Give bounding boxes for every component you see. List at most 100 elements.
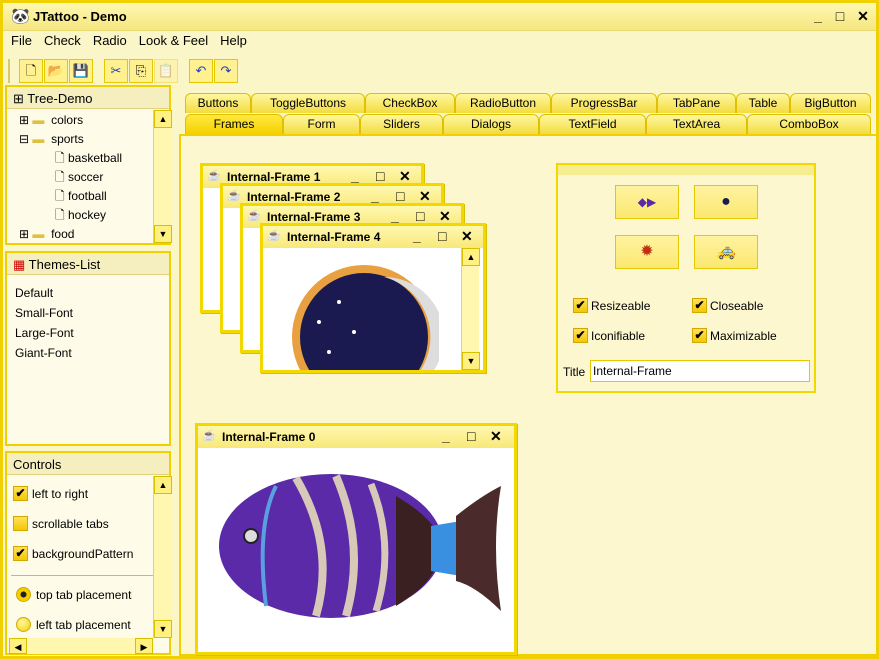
- internal-frame-4[interactable]: ☕ Internal-Frame 4 _ □ ✕ ▲ ▼: [260, 223, 486, 373]
- tab-sliders[interactable]: Sliders: [360, 114, 443, 134]
- tree-leaf-football[interactable]: 🗋 football: [19, 187, 122, 206]
- checkbox-iconifiable[interactable]: ✔: [573, 328, 588, 343]
- close-button[interactable]: ✕: [461, 228, 473, 245]
- maximize-button[interactable]: □: [831, 7, 849, 25]
- controls-hscrollbar[interactable]: ◀ ▶: [9, 638, 153, 654]
- redo-icon[interactable]: ↷: [214, 59, 238, 83]
- scroll-left-button[interactable]: ◀: [9, 638, 27, 654]
- tab-form[interactable]: Form: [283, 114, 360, 134]
- checkbox-label: Maximizable: [710, 329, 777, 343]
- minimize-button[interactable]: _: [371, 188, 379, 204]
- scroll-right-button[interactable]: ▶: [135, 638, 153, 654]
- tab-bigbutton[interactable]: BigButton: [790, 93, 871, 113]
- themes-panel: ▦ Themes-List Default Small-Font Large-F…: [5, 251, 171, 446]
- menu-radio[interactable]: Radio: [93, 33, 127, 48]
- checkbox-resizeable[interactable]: ✔: [573, 298, 588, 313]
- theme-item[interactable]: Large-Font: [15, 323, 74, 343]
- tab-dialogs[interactable]: Dialogs: [443, 114, 539, 134]
- open-icon[interactable]: 📂: [44, 59, 68, 83]
- copy-icon[interactable]: ⎘: [129, 59, 153, 83]
- menu-look-and-feel[interactable]: Look & Feel: [139, 33, 208, 48]
- tree-node-colors[interactable]: ⊞ ▬ colors: [19, 111, 122, 130]
- checkbox-closeable[interactable]: ✔: [692, 298, 707, 313]
- minimize-button[interactable]: _: [351, 168, 359, 184]
- tab-checkbox[interactable]: CheckBox: [365, 93, 455, 113]
- tree-icon: ⊞: [13, 91, 28, 106]
- tree-node-sports[interactable]: ⊟ ▬ sports: [19, 130, 122, 149]
- minimize-button[interactable]: _: [809, 7, 827, 25]
- checkbox-label: backgroundPattern: [32, 547, 134, 561]
- checkbox-label: left to right: [32, 487, 89, 501]
- maximize-button[interactable]: □: [376, 168, 384, 184]
- tab-textfield[interactable]: TextField: [539, 114, 646, 134]
- title-input[interactable]: [590, 360, 810, 382]
- maximize-button[interactable]: □: [438, 228, 446, 244]
- sun-button[interactable]: ✹: [615, 235, 679, 269]
- scroll-down-button[interactable]: ▼: [462, 352, 480, 370]
- radio-label: top tab placement: [36, 588, 132, 602]
- scroll-down-button[interactable]: ▼: [154, 620, 172, 638]
- internal-frame-0[interactable]: ☕ Internal-Frame 0 _ □ ✕: [195, 423, 517, 655]
- new-icon[interactable]: 🗋: [19, 59, 43, 83]
- tab-textarea[interactable]: TextArea: [646, 114, 747, 134]
- tab-table[interactable]: Table: [736, 93, 790, 113]
- fish-button[interactable]: ◆▶: [615, 185, 679, 219]
- scroll-up-button[interactable]: ▲: [154, 476, 172, 494]
- tab-togglebuttons[interactable]: ToggleButtons: [251, 93, 365, 113]
- controls-vscrollbar[interactable]: ▲ ▼: [153, 476, 172, 638]
- checkbox-background-pattern[interactable]: ✔: [13, 546, 28, 561]
- menu-file[interactable]: File: [11, 33, 32, 48]
- theme-item[interactable]: Default: [15, 283, 74, 303]
- frame-title: Internal-Frame 1: [227, 170, 321, 184]
- cut-icon[interactable]: ✂: [104, 59, 128, 83]
- minimize-button[interactable]: _: [413, 228, 421, 244]
- scroll-up-button[interactable]: ▲: [154, 110, 172, 128]
- title-label: Title: [563, 365, 586, 379]
- frame-title: Internal-Frame 2: [247, 190, 341, 204]
- tab-buttons[interactable]: Buttons: [185, 93, 251, 113]
- tab-tabpane[interactable]: TabPane: [657, 93, 736, 113]
- tree-leaf-basketball[interactable]: 🗋 basketball: [19, 149, 122, 168]
- tab-combobox[interactable]: ComboBox: [747, 114, 871, 134]
- tree-leaf-soccer[interactable]: 🗋 soccer: [19, 168, 122, 187]
- window-title: JTattoo - Demo: [33, 9, 127, 24]
- theme-item[interactable]: Giant-Font: [15, 343, 74, 363]
- undo-icon[interactable]: ↶: [189, 59, 213, 83]
- tree-node-food[interactable]: ⊞ ▬ food: [19, 225, 122, 244]
- frame-scrollbar[interactable]: ▲ ▼: [461, 248, 480, 370]
- checkbox-left-to-right[interactable]: ✔: [13, 486, 28, 501]
- controls-header: Controls: [7, 453, 169, 475]
- minimize-button[interactable]: _: [442, 428, 450, 444]
- tab-progressbar[interactable]: ProgressBar: [551, 93, 657, 113]
- maximize-button[interactable]: □: [467, 428, 475, 444]
- frame-title-bar[interactable]: ☕ Internal-Frame 4: [263, 226, 483, 248]
- maximize-button[interactable]: □: [396, 188, 404, 204]
- title-bar[interactable]: 🐼 JTattoo - Demo _ □ ✕: [3, 3, 876, 31]
- close-button[interactable]: ✕: [490, 428, 502, 445]
- checkbox-scrollable-tabs[interactable]: [13, 516, 28, 531]
- radio-left-tab-placement[interactable]: [16, 617, 31, 632]
- toolbar-grip[interactable]: [8, 59, 14, 83]
- checkbox-label: Closeable: [710, 299, 764, 313]
- separator: [11, 575, 153, 576]
- tree-scrollbar[interactable]: ▲ ▼: [153, 110, 172, 243]
- close-button[interactable]: ✕: [854, 7, 872, 25]
- checkbox-maximizable[interactable]: ✔: [692, 328, 707, 343]
- moon-button[interactable]: ●: [694, 185, 758, 219]
- theme-item[interactable]: Small-Font: [15, 303, 74, 323]
- tree-leaf-hockey[interactable]: 🗋 hockey: [19, 206, 122, 225]
- frame-title: Internal-Frame 4: [287, 230, 381, 244]
- maximize-button[interactable]: □: [416, 208, 424, 224]
- tab-radiobutton[interactable]: RadioButton: [455, 93, 551, 113]
- menu-check[interactable]: Check: [44, 33, 81, 48]
- minimize-button[interactable]: _: [391, 208, 399, 224]
- scroll-up-button[interactable]: ▲: [462, 248, 480, 266]
- scroll-down-button[interactable]: ▼: [154, 225, 172, 243]
- tree-header: ⊞ Tree-Demo: [7, 87, 169, 109]
- menu-help[interactable]: Help: [220, 33, 247, 48]
- save-icon[interactable]: 💾: [69, 59, 93, 83]
- radio-top-tab-placement[interactable]: [16, 587, 31, 602]
- themes-list: Default Small-Font Large-Font Giant-Font: [15, 283, 74, 363]
- taxi-button[interactable]: 🚕: [694, 235, 758, 269]
- tab-frames[interactable]: Frames: [185, 114, 283, 134]
